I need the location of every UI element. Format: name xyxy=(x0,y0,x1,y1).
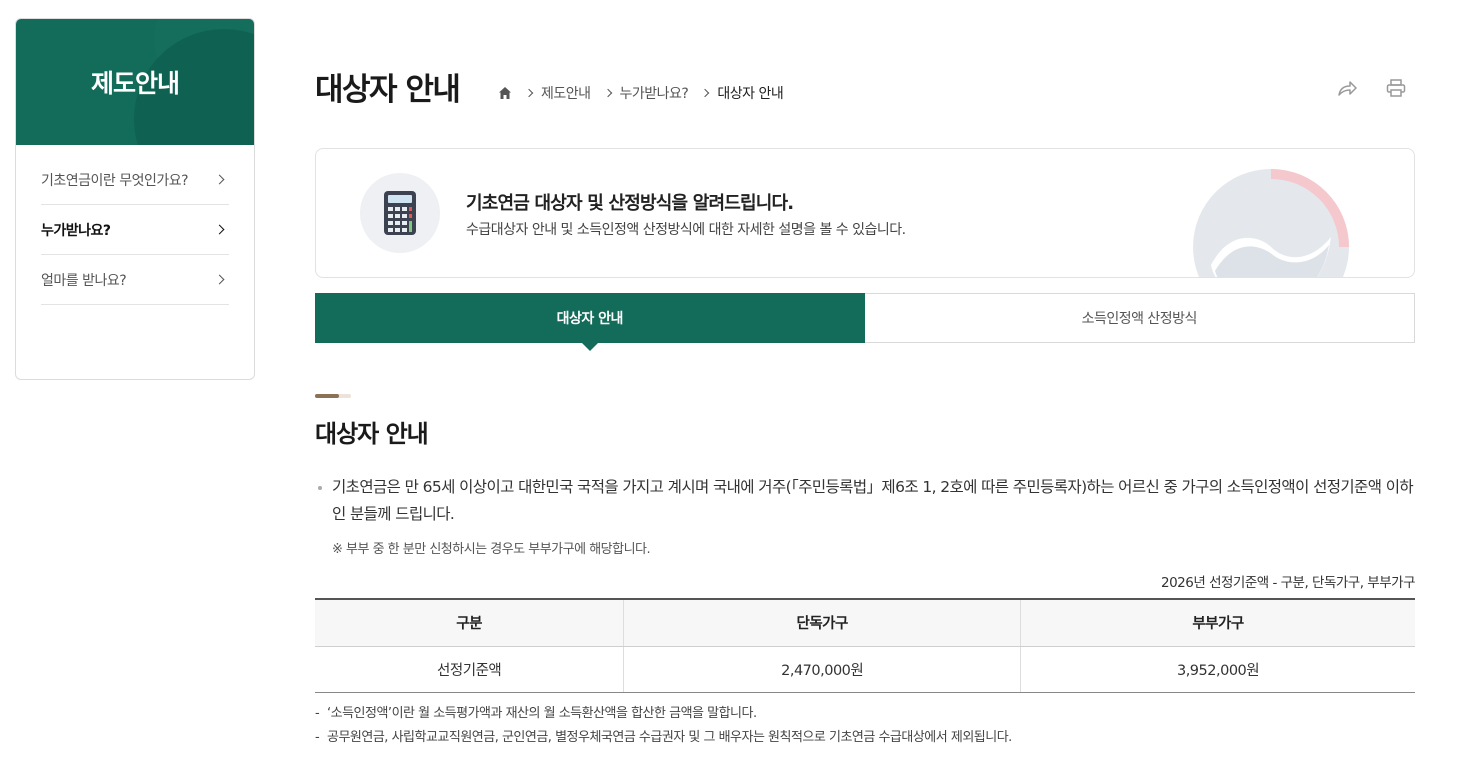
sidebar-item-who-receives[interactable]: 누가받나요? xyxy=(41,205,229,255)
criteria-table: 구분 단독가구 부부가구 선정기준액 2,470,000원 3,952,000원 xyxy=(315,598,1415,693)
home-icon[interactable] xyxy=(498,86,512,100)
footnotes: - ‘소득인정액’이란 월 소득평가액과 재산의 월 소득환산액을 합산한 금액을… xyxy=(315,703,1012,751)
breadcrumb-separator-icon xyxy=(603,88,612,98)
chevron-right-icon xyxy=(214,274,225,285)
breadcrumb-item-program[interactable]: 제도안내 xyxy=(541,83,591,103)
eligibility-note: ※ 부부 중 한 분만 신청하시는 경우도 부부가구에 해당합니다. xyxy=(332,542,651,557)
footnote-item: - 공무원연금, 사립학교교직원연금, 군인연금, 별정우체국연금 수급권자 및 … xyxy=(315,727,1012,751)
calculator-icon xyxy=(360,173,440,253)
table-header: 단독가구 xyxy=(623,598,1021,647)
tab-target-info[interactable]: 대상자 안내 xyxy=(315,293,865,351)
eligibility-paragraph: 기초연금은 만 65세 이상이고 대한민국 국적을 가지고 계시며 국내에 거주… xyxy=(332,478,1414,523)
page-tools xyxy=(1336,78,1407,98)
table-cell: 선정기준액 xyxy=(315,646,624,693)
government-emblem-icon xyxy=(1193,169,1349,277)
info-description: 수급대상자 안내 및 소득인정액 산정방식에 대한 자세한 설명을 볼 수 있습… xyxy=(466,222,906,238)
content-tabs: 대상자 안내 소득인정액 산정방식 xyxy=(315,293,1415,351)
footnote-text: ‘소득인정액’이란 월 소득평가액과 재산의 월 소득환산액을 합산한 금액을 … xyxy=(327,706,757,721)
breadcrumb: 제도안내 누가받나요? 대상자 안내 xyxy=(498,83,784,103)
share-icon xyxy=(1338,81,1357,96)
footnote-text: 공무원연금, 사립학교교직원연금, 군인연금, 별정우체국연금 수급권자 및 그… xyxy=(327,730,1012,745)
sidebar-item-how-much[interactable]: 얼마를 받나요? xyxy=(41,255,229,305)
info-banner: 기초연금 대상자 및 산정방식을 알려드립니다. 수급대상자 안내 및 소득인정… xyxy=(315,148,1415,278)
section-accent-bar xyxy=(315,394,351,398)
print-icon xyxy=(1386,79,1406,97)
sidebar-item-what-is[interactable]: 기초연금이란 무엇인가요? xyxy=(41,155,229,205)
table-cell: 2,470,000원 xyxy=(623,646,1021,693)
tab-income-calculation[interactable]: 소득인정액 산정방식 xyxy=(864,293,1415,343)
chevron-right-icon xyxy=(214,224,225,235)
section-title: 대상자 안내 xyxy=(315,420,429,448)
dash-marker: - xyxy=(315,706,320,721)
chevron-right-icon xyxy=(214,174,225,185)
sidebar-item-label: 기초연금이란 무엇인가요? xyxy=(41,172,189,189)
page-title: 대상자 안내 xyxy=(315,72,461,108)
info-title: 기초연금 대상자 및 산정방식을 알려드립니다. xyxy=(466,193,794,214)
sidebar: 제도안내 기초연금이란 무엇인가요? 누가받나요? 얼마를 받나요? xyxy=(15,18,255,380)
sidebar-header: 제도안내 xyxy=(16,19,254,145)
sidebar-title: 제도안내 xyxy=(90,69,180,98)
table-caption: 2026년 선정기준액 - 구분, 단독가구, 부부가구 xyxy=(1161,575,1416,591)
breadcrumb-item-who-receives[interactable]: 누가받나요? xyxy=(620,83,689,103)
breadcrumb-separator-icon xyxy=(701,88,710,98)
sidebar-item-label: 누가받나요? xyxy=(41,222,111,239)
bullet-icon xyxy=(318,486,322,490)
sidebar-menu: 기초연금이란 무엇인가요? 누가받나요? 얼마를 받나요? xyxy=(16,145,254,305)
table-header: 부부가구 xyxy=(1020,598,1415,647)
footnote-item: - ‘소득인정액’이란 월 소득평가액과 재산의 월 소득환산액을 합산한 금액을… xyxy=(315,703,1012,727)
table-cell: 3,952,000원 xyxy=(1020,646,1415,693)
share-button[interactable] xyxy=(1336,78,1358,98)
dash-marker: - xyxy=(315,730,320,745)
breadcrumb-item-current: 대상자 안내 xyxy=(717,86,784,102)
sidebar-item-label: 얼마를 받나요? xyxy=(41,272,127,289)
table-header: 구분 xyxy=(315,598,624,647)
table-row: 선정기준액 2,470,000원 3,952,000원 xyxy=(315,646,1415,693)
table-header-row: 구분 단독가구 부부가구 xyxy=(315,598,1415,647)
print-button[interactable] xyxy=(1385,78,1407,98)
breadcrumb-separator-icon xyxy=(524,88,534,98)
